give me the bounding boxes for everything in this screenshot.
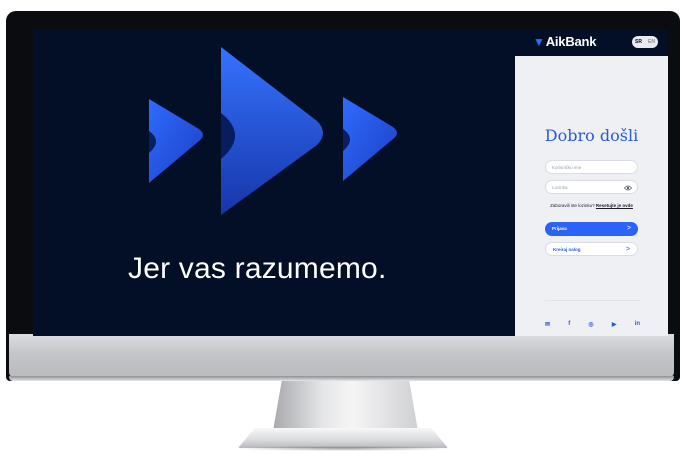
monitor-chin-edge	[9, 376, 674, 381]
login-button-label: Prijava	[552, 226, 567, 231]
mail-icon[interactable]: ✉	[545, 321, 550, 328]
monitor-stand-base	[238, 428, 448, 448]
footer-divider	[545, 300, 640, 301]
monitor-stand-neck	[273, 381, 418, 431]
hero-section: Jer vas razumemo.	[33, 29, 515, 336]
login-panel: Dobro došli Korisničko ime Lozinka Zabor…	[515, 56, 668, 336]
forgot-password-text: Zaboravili ste lozinku? Resetujte je ovd…	[515, 203, 668, 208]
language-toggle[interactable]: SR EN	[632, 36, 658, 48]
chevron-right-icon: >	[625, 246, 630, 253]
password-input[interactable]: Lozinka	[545, 180, 638, 194]
lang-option-en[interactable]: EN	[648, 39, 655, 45]
lang-option-sr[interactable]: SR	[635, 39, 642, 45]
forgot-password-label: Zaboravili ste lozinku?	[550, 203, 595, 208]
show-password-eye-icon[interactable]	[624, 185, 632, 191]
monitor-stand-shadow	[232, 446, 454, 451]
create-account-label: Kreiraj nalog	[553, 247, 581, 252]
facebook-icon[interactable]: f	[568, 321, 570, 327]
screen: Jer vas razumemo. ▼AikBank SR EN Dobro d…	[33, 29, 668, 336]
brand-arrows-graphic	[149, 47, 397, 215]
chevron-right-icon: >	[626, 225, 631, 232]
logo-mark-icon: ▼	[533, 35, 545, 49]
reset-password-link[interactable]: Resetujte je ovde	[596, 203, 633, 208]
login-button[interactable]: Prijava >	[545, 222, 638, 236]
aikbank-logo[interactable]: ▼AikBank	[533, 34, 597, 49]
top-bar: ▼AikBank SR EN	[515, 29, 668, 56]
username-input[interactable]: Korisničko ime	[545, 160, 638, 174]
hero-tagline: Jer vas razumemo.	[128, 252, 387, 285]
create-account-button[interactable]: Kreiraj nalog >	[545, 242, 638, 256]
instagram-icon[interactable]: ◎	[588, 321, 593, 328]
welcome-heading: Dobro došli	[544, 126, 639, 145]
password-placeholder: Lozinka	[552, 185, 568, 190]
monitor-chin	[9, 334, 674, 378]
username-placeholder: Korisničko ime	[552, 165, 582, 170]
youtube-icon[interactable]: ▶	[612, 321, 617, 328]
social-links: ✉ f ◎ ▶ in	[545, 319, 640, 329]
linkedin-icon[interactable]: in	[635, 321, 640, 327]
logo-text: AikBank	[545, 34, 597, 49]
